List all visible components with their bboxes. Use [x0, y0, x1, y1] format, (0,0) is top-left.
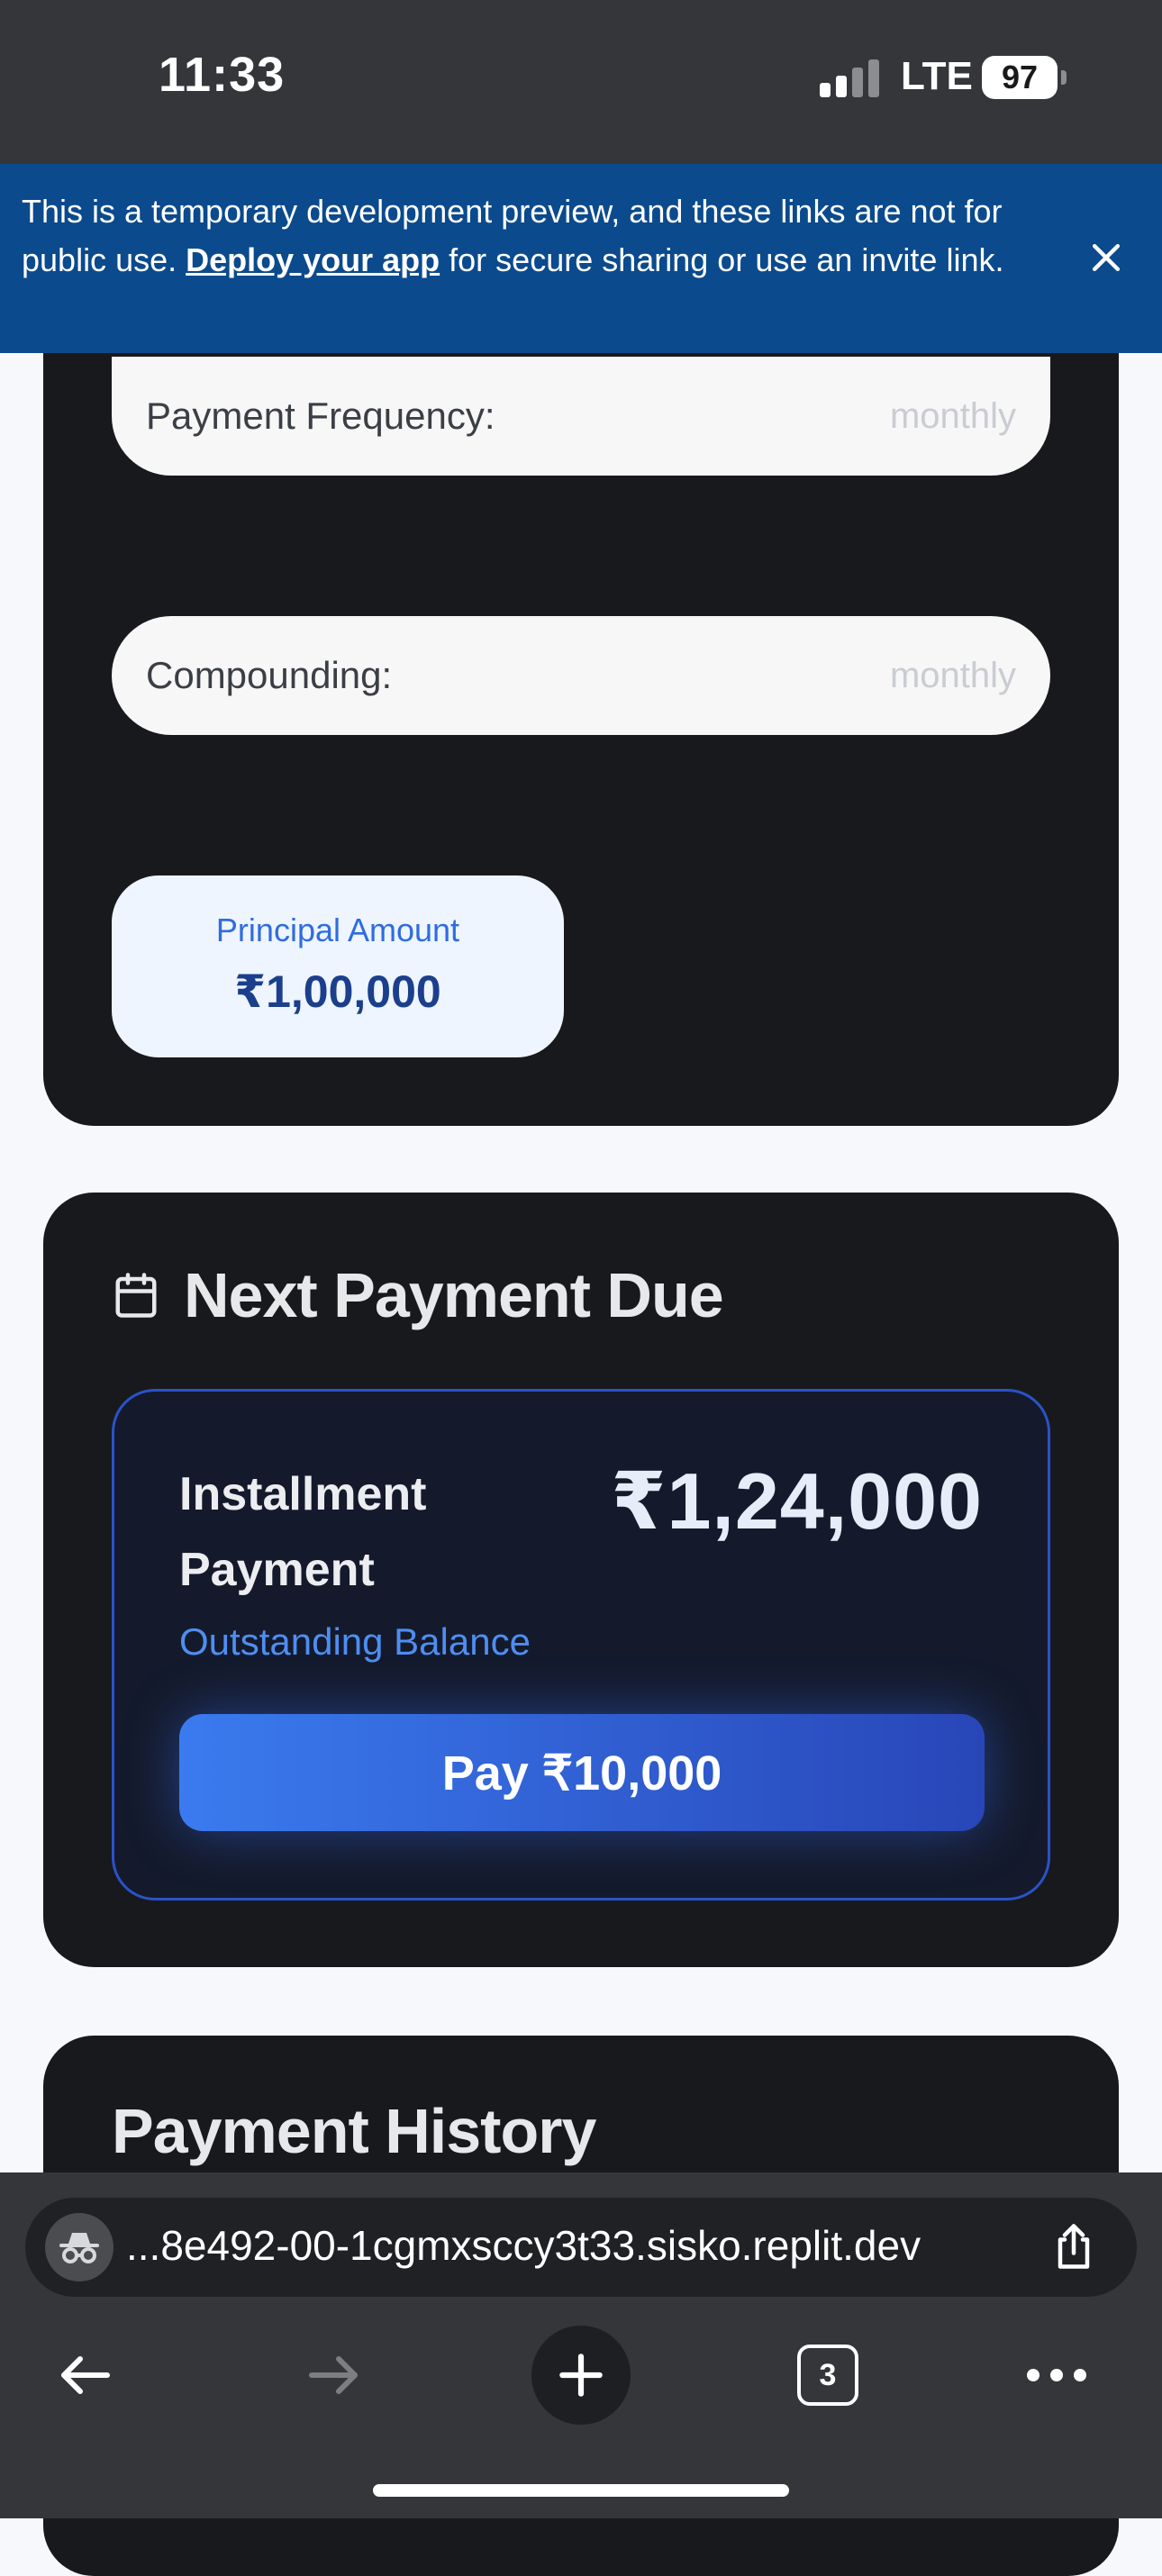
- payment-frequency-row: Payment Frequency: monthly: [112, 357, 1050, 476]
- more-dots-icon: [1027, 2369, 1086, 2381]
- installment-amount: ₹1,24,000: [611, 1456, 983, 1546]
- payment-frequency-value: monthly: [889, 395, 1016, 436]
- compounding-row: Compounding: monthly: [112, 616, 1050, 735]
- dev-preview-banner: This is a temporary development preview,…: [0, 164, 1162, 353]
- close-icon[interactable]: [1086, 238, 1126, 277]
- pay-button[interactable]: Pay ₹10,000: [179, 1714, 985, 1831]
- status-bar: 11:33 LTE 97: [0, 0, 1162, 164]
- section-heading-faint: [112, 530, 382, 566]
- incognito-icon[interactable]: [45, 2213, 113, 2281]
- more-button[interactable]: [1007, 2326, 1106, 2425]
- deploy-app-link[interactable]: Deploy your app: [186, 241, 440, 278]
- principal-amount-box: Principal Amount ₹1,00,000: [112, 875, 564, 1057]
- payment-frequency-label: Payment Frequency:: [146, 395, 495, 437]
- principal-amount-value: ₹1,00,000: [234, 966, 441, 1017]
- next-payment-header: Next Payment Due: [112, 1259, 724, 1331]
- plus-icon: [559, 2354, 603, 2397]
- calendar-icon: [115, 1273, 157, 1318]
- url-text: ...8e492-00-1cgmxsccy3t33.sisko.replit.d…: [126, 2222, 921, 2269]
- section-heading-faint: [112, 789, 508, 825]
- battery-cap: [1061, 70, 1067, 85]
- next-payment-title: Next Payment Due: [184, 1260, 724, 1330]
- next-payment-card: Next Payment Due Installment Payment ₹1,…: [43, 1193, 1119, 1967]
- installment-box: Installment Payment ₹1,24,000 Outstandin…: [112, 1389, 1050, 1900]
- share-icon[interactable]: [1047, 2219, 1101, 2273]
- banner-text-after: for secure sharing or use an invite link…: [440, 241, 1004, 278]
- arrow-left-icon: [61, 2356, 110, 2394]
- browser-toolbar: ...8e492-00-1cgmxsccy3t33.sisko.replit.d…: [0, 2172, 1162, 2518]
- payment-history-title: Payment History: [112, 2096, 596, 2166]
- home-indicator: [373, 2484, 789, 2497]
- tab-count: 3: [819, 2357, 837, 2392]
- compounding-label: Compounding:: [146, 654, 393, 696]
- arrow-right-icon: [309, 2356, 358, 2394]
- battery-icon: 97: [982, 56, 1058, 99]
- principal-amount-label: Principal Amount: [215, 912, 460, 948]
- forward-button[interactable]: [284, 2326, 383, 2425]
- cellular-signal-icon: [820, 59, 881, 97]
- tabs-button[interactable]: 3: [778, 2326, 877, 2425]
- status-time: 11:33: [159, 48, 286, 102]
- address-bar[interactable]: ...8e492-00-1cgmxsccy3t33.sisko.replit.d…: [25, 2198, 1137, 2297]
- back-button[interactable]: [36, 2326, 135, 2425]
- outstanding-balance-label: Outstanding Balance: [179, 1620, 531, 1663]
- network-type: LTE: [901, 54, 973, 98]
- new-tab-button[interactable]: [531, 2326, 631, 2425]
- battery-level: 97: [1001, 59, 1039, 95]
- installment-label: Installment Payment: [179, 1468, 427, 1596]
- banner-text: This is a temporary development preview,…: [22, 187, 1039, 285]
- compounding-value: monthly: [889, 655, 1016, 695]
- browser-nav-row: 3: [0, 2326, 1162, 2434]
